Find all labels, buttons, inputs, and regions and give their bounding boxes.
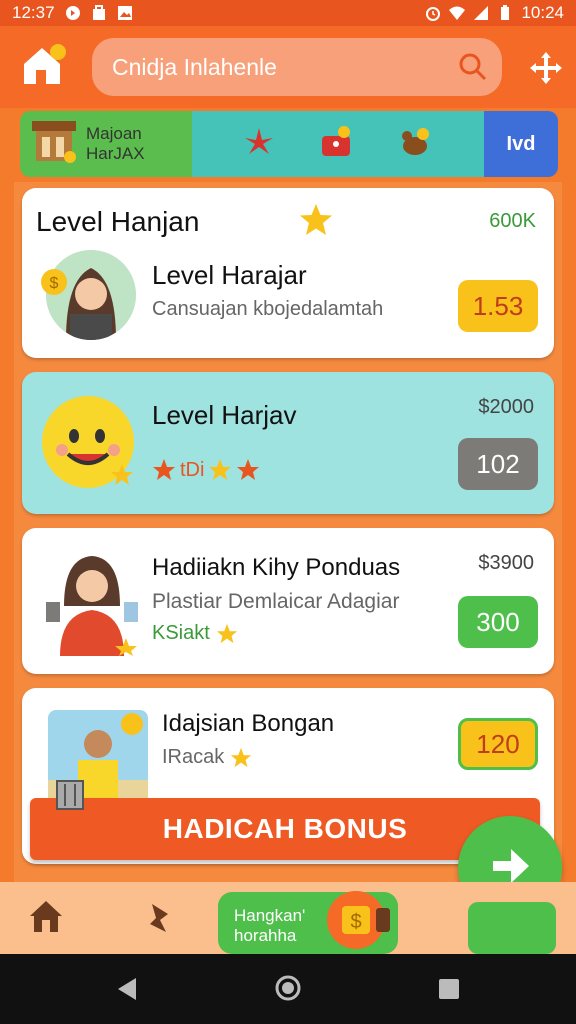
- flower-icon[interactable]: [243, 126, 275, 163]
- rating-tag: IRacak: [162, 746, 225, 768]
- section-title: Level Hanjan: [36, 206, 200, 237]
- category-strip: Majoan HarJAX Ivd: [20, 111, 558, 177]
- coin-box-icon[interactable]: $: [326, 888, 392, 957]
- back-icon[interactable]: [114, 976, 140, 1007]
- battery-icon: [497, 5, 513, 21]
- system-nav-bar: [0, 954, 576, 1024]
- coin-icon: $: [40, 268, 68, 301]
- search-bar[interactable]: Cnidja Inlahenle: [92, 38, 502, 96]
- bag-icon: [91, 5, 107, 21]
- app-header: Cnidja Inlahenle: [0, 26, 576, 108]
- status-time-right: 10:24: [521, 3, 564, 22]
- value-pill[interactable]: 300: [458, 596, 538, 648]
- rating-tag: KSiakt: [152, 622, 210, 644]
- alarm-icon: [425, 5, 441, 21]
- status-time-left: 12:37: [12, 3, 55, 22]
- category-more[interactable]: Ivd: [484, 111, 558, 177]
- category-label: Majoan HarJAX: [86, 124, 145, 163]
- bottom-nav: Hangkan' horahha $: [0, 882, 576, 954]
- level-card[interactable]: Hadiiakn Kihy Ponduas Plastiar Demlaicar…: [22, 528, 554, 674]
- smiley-icon: [40, 392, 140, 497]
- value-pill[interactable]: 102: [458, 438, 538, 490]
- rating: IRacak: [162, 746, 252, 769]
- search-icon[interactable]: [458, 52, 488, 82]
- status-bar: 12:37 10:24: [0, 0, 576, 26]
- wifi-icon: [449, 5, 466, 21]
- shop-icon: [30, 117, 78, 172]
- animal-icon[interactable]: [397, 124, 433, 165]
- star-icon: [216, 623, 237, 643]
- svg-text:$: $: [350, 911, 361, 933]
- card-title: Level Harajar: [152, 260, 307, 290]
- star-icon: [231, 747, 252, 767]
- card-corner-value: $3900: [478, 552, 534, 574]
- rating: tDi: [152, 458, 260, 482]
- svg-text:$: $: [50, 275, 59, 292]
- star-icon: [298, 202, 334, 243]
- category-home[interactable]: Majoan HarJAX: [20, 111, 192, 177]
- bonus-label: HADICAH BONUS: [162, 813, 408, 844]
- signal-icon: [473, 5, 489, 21]
- recents-icon[interactable]: [438, 978, 460, 1005]
- home-icon[interactable]: [28, 898, 64, 939]
- home-logo-icon[interactable]: [20, 42, 68, 86]
- rating: KSiakt: [152, 622, 238, 645]
- promo-label: Hangkan' horahha: [234, 906, 306, 945]
- card-subtitle: Cansuajan kbojedalamtah: [152, 298, 384, 320]
- box-icon: [56, 780, 84, 815]
- move-icon[interactable]: [528, 50, 564, 86]
- gift-icon[interactable]: [318, 124, 354, 165]
- level-card[interactable]: Level Harjav tDi $2000 102: [22, 372, 554, 514]
- star-icon: [237, 459, 260, 480]
- card-title: Level Harjav: [152, 400, 297, 430]
- content-panel: Level Hanjan 600K $ Level Harajar Cansua…: [14, 182, 562, 882]
- image-icon: [117, 5, 133, 21]
- section-value: 600K: [489, 210, 536, 232]
- home-circle-icon[interactable]: [274, 974, 302, 1007]
- card-subtitle: Plastiar Demlaicar Adagiar: [152, 590, 400, 613]
- search-input[interactable]: Cnidja Inlahenle: [112, 54, 277, 81]
- whatsapp-icon: [65, 5, 81, 21]
- profile-tab[interactable]: [468, 902, 556, 954]
- value-pill[interactable]: 120: [458, 718, 538, 770]
- card-corner-value: $2000: [478, 396, 534, 418]
- card-title: Idajsian Bongan: [162, 710, 335, 737]
- level-card[interactable]: Level Hanjan 600K $ Level Harajar Cansua…: [22, 188, 554, 358]
- avatar: [42, 546, 142, 661]
- value-pill[interactable]: 1.53: [458, 280, 538, 332]
- star-icon: [209, 459, 232, 480]
- rating-tag: tDi: [180, 458, 205, 481]
- explore-icon[interactable]: [146, 902, 174, 939]
- card-title: Hadiiakn Kihy Ponduas: [152, 554, 401, 581]
- star-icon: [153, 459, 175, 480]
